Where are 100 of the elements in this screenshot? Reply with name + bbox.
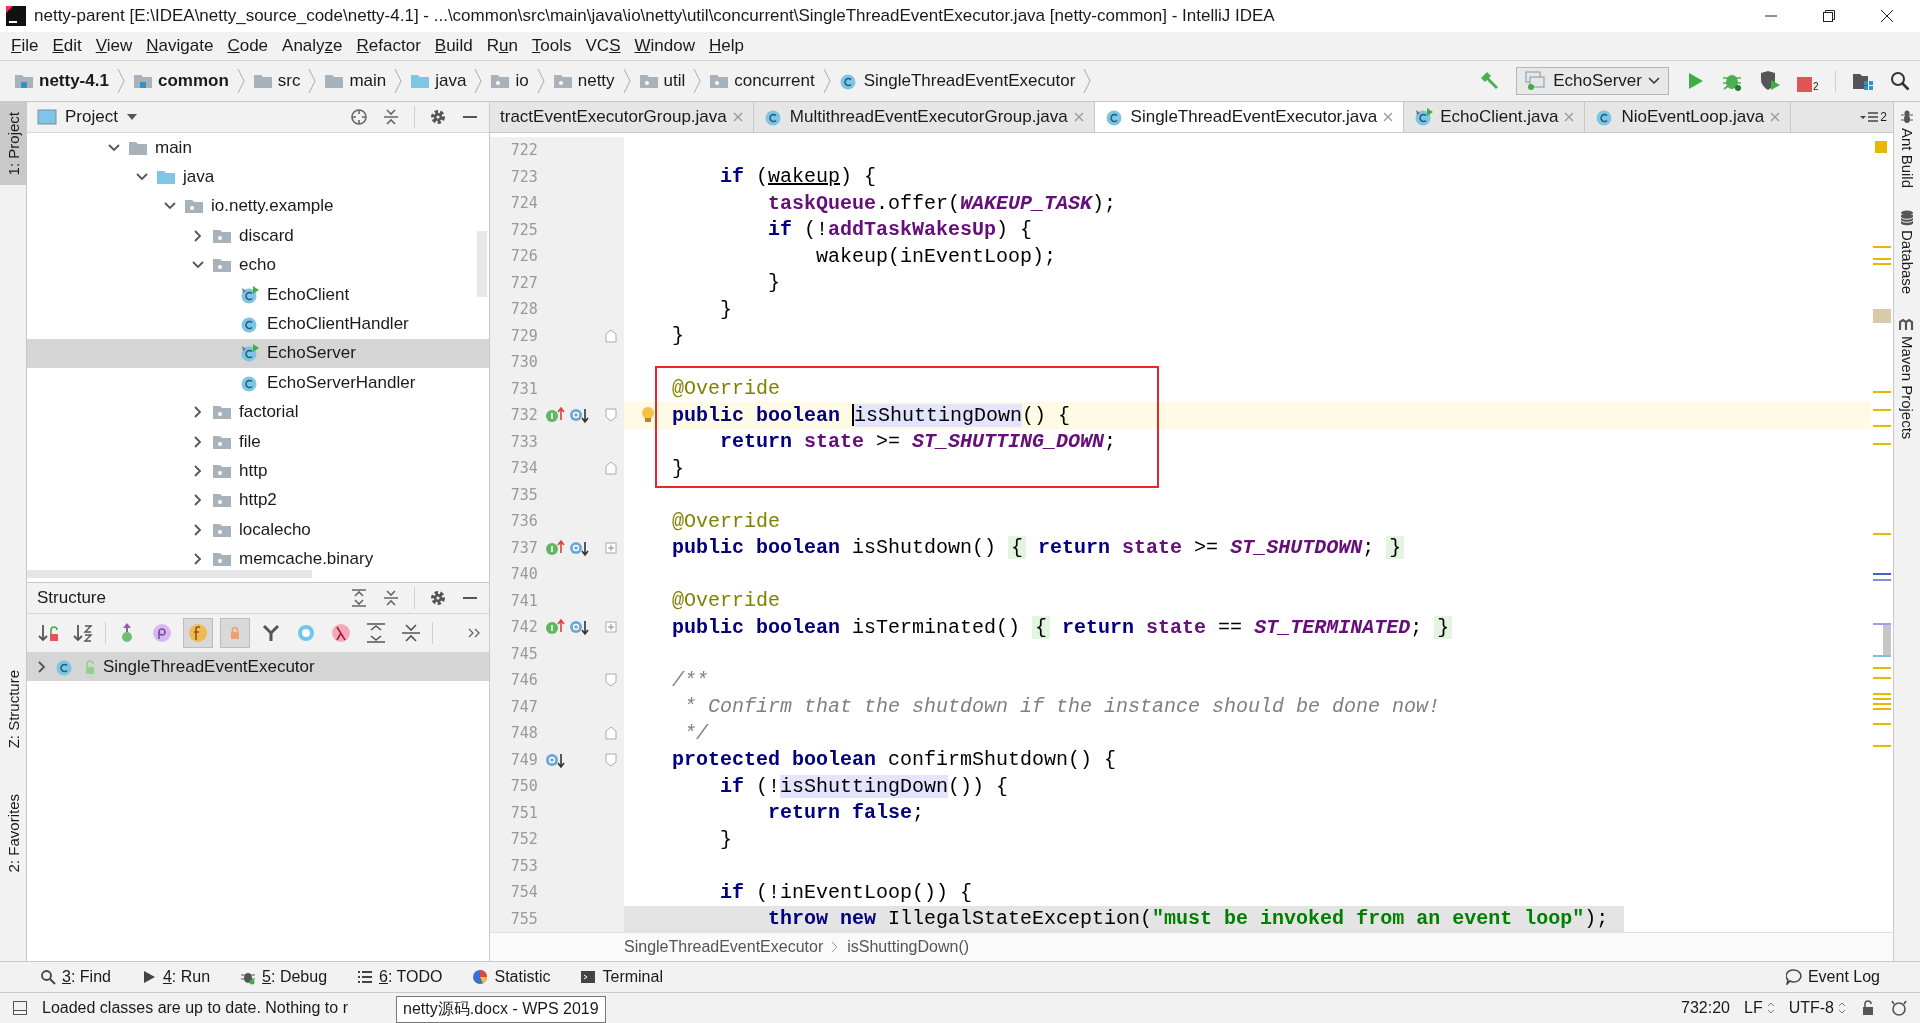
tool-window-button[interactable]: Terminal <box>580 968 663 986</box>
breadcrumb-item[interactable]: main <box>322 69 389 93</box>
search-icon[interactable] <box>1890 71 1910 91</box>
tree-item[interactable]: SingleThreadEventExecutor <box>27 653 489 681</box>
menu-item[interactable]: Analyze <box>275 34 350 58</box>
collapse-all-icon[interactable] <box>382 589 400 607</box>
line-number: 746 <box>509 671 538 690</box>
editor-tab[interactable]: EchoClient.java <box>1404 102 1586 132</box>
tree-item[interactable]: java <box>27 162 489 192</box>
show-fields-button[interactable] <box>183 618 213 648</box>
menu-item[interactable]: Refactor <box>349 34 428 58</box>
settings-icon[interactable] <box>429 589 447 607</box>
horizontal-scrollbar[interactable] <box>27 570 312 578</box>
tool-window-button[interactable]: 4: Run <box>140 968 211 986</box>
editor-tab[interactable]: MultithreadEventExecutorGroup.java <box>753 102 1095 132</box>
menu-item[interactable]: View <box>88 34 140 58</box>
menu-item[interactable]: Code <box>220 34 276 58</box>
tool-window-button[interactable]: Statistic <box>472 968 551 986</box>
code-line: protected boolean confirmShutdown() { <box>672 748 1117 772</box>
tool-window-button[interactable]: 3: Find <box>40 968 111 986</box>
editor-tab[interactable]: NioEventLoop.java <box>1585 102 1792 132</box>
tool-window-tab[interactable]: Database <box>1898 210 1916 295</box>
breadcrumb-item[interactable]: common <box>130 69 231 93</box>
module-folder-icon <box>14 73 34 89</box>
tool-window-tab[interactable]: Z: Structure <box>0 660 26 759</box>
breadcrumb-item[interactable]: netty <box>550 69 617 93</box>
menu-item[interactable]: Build <box>427 34 480 58</box>
line-separator-selector[interactable]: LF <box>1744 999 1775 1017</box>
panel-toggle-icon[interactable] <box>12 1000 28 1016</box>
menu-item[interactable]: Window <box>627 34 702 58</box>
menu-item[interactable]: Edit <box>45 34 89 58</box>
implements-icon[interactable] <box>543 538 566 557</box>
breadcrumb-item[interactable]: netty-4.1 <box>12 69 111 93</box>
tool-window-button[interactable]: 5: Debug <box>240 968 328 986</box>
breadcrumb-item[interactable]: util <box>636 69 688 93</box>
menu-item[interactable]: Navigate <box>139 34 221 58</box>
tree-item[interactable]: main <box>27 133 489 163</box>
editor-tab[interactable]: SingleThreadEventExecutor.java <box>1094 102 1405 132</box>
tool-window-tab[interactable]: 1: Project <box>0 102 26 186</box>
fold-start-icon[interactable] <box>604 673 617 688</box>
tree-item[interactable]: EchoClient <box>27 279 489 310</box>
folder-icon <box>156 169 176 186</box>
tree-item[interactable]: factorial <box>27 397 489 427</box>
collapse-all-icon[interactable] <box>382 108 400 126</box>
tree-item[interactable]: EchoServerHandler <box>27 368 489 398</box>
tree-item[interactable]: io.netty.example <box>27 191 489 222</box>
fold-start-icon[interactable] <box>604 408 617 423</box>
view-selector[interactable]: Project <box>37 107 138 127</box>
tree-item[interactable]: discard <box>27 221 489 251</box>
implements-icon[interactable] <box>543 406 566 425</box>
editor-tab[interactable]: tractEventExecutorGroup.java <box>490 102 754 132</box>
tool-window-tab[interactable]: Ant Build <box>1898 108 1916 189</box>
tree-item[interactable]: echo <box>27 250 489 280</box>
caret-position[interactable]: 732:20 <box>1681 999 1730 1017</box>
expand-all-icon[interactable] <box>350 589 368 607</box>
restore-icon[interactable] <box>1822 9 1836 23</box>
tree-item[interactable]: file <box>27 426 489 457</box>
code-line: if (!addTaskWakesUp) { <box>767 218 1033 242</box>
tree-item[interactable]: EchoServer <box>27 338 489 369</box>
tab-list-button[interactable]: 2 <box>1854 102 1893 132</box>
breadcrumb-item[interactable]: src <box>250 69 303 93</box>
tool-window-tab[interactable]: 2: Favorites <box>0 783 26 883</box>
breadcrumb-item[interactable]: io <box>488 69 531 93</box>
settings-icon[interactable] <box>429 108 447 126</box>
coverage-icon[interactable] <box>1759 70 1781 92</box>
code-line: wakeup(inEventLoop); <box>815 244 1057 268</box>
tool-window-tab[interactable]: Maven Projects <box>1898 316 1916 440</box>
more-icon[interactable] <box>467 626 481 640</box>
close-icon[interactable] <box>1880 9 1894 23</box>
menu-item[interactable]: File <box>4 34 46 58</box>
tree-item[interactable]: EchoClientHandler <box>27 309 489 339</box>
implements-icon[interactable] <box>543 618 566 637</box>
stop-button[interactable]: 2 <box>1797 70 1819 92</box>
menu-item[interactable]: Tools <box>524 34 579 58</box>
separator-icon <box>536 68 545 94</box>
show-fields-icon <box>187 622 209 644</box>
overridden-icon[interactable] <box>567 406 590 425</box>
tree-item[interactable]: localecho <box>27 515 489 545</box>
menu-item[interactable]: VCS <box>578 34 628 58</box>
lightbulb-icon[interactable] <box>641 406 655 425</box>
breadcrumb-item[interactable]: concurrent <box>707 69 817 93</box>
menu-item[interactable]: Run <box>479 34 525 58</box>
tool-window-button[interactable]: 6: TODO <box>357 968 443 986</box>
separator-icon <box>693 68 702 94</box>
breadcrumb-item[interactable]: isShuttingDown() <box>847 938 970 956</box>
run-configuration-dropdown[interactable]: EchoServer <box>1516 67 1669 95</box>
tree-item[interactable]: http2 <box>27 485 489 516</box>
breadcrumb-item[interactable]: java <box>408 69 469 93</box>
menu-item[interactable]: Help <box>701 34 751 58</box>
lock-icon[interactable] <box>1860 1000 1876 1016</box>
overridden-icon[interactable] <box>567 618 590 637</box>
tree-item[interactable]: http <box>27 456 489 486</box>
fold-start-icon[interactable] <box>604 752 617 767</box>
breadcrumb-item[interactable]: SingleThreadEventExecutor <box>836 69 1078 93</box>
event-log-button[interactable]: Event Log <box>1785 968 1880 986</box>
tree-item[interactable]: memcache.binary <box>27 544 489 570</box>
encoding-selector[interactable]: UTF-8 <box>1788 999 1846 1017</box>
project-structure-icon[interactable] <box>1852 71 1874 91</box>
breadcrumb-item[interactable]: SingleThreadEventExecutor <box>624 938 824 956</box>
locate-icon[interactable] <box>350 108 368 126</box>
